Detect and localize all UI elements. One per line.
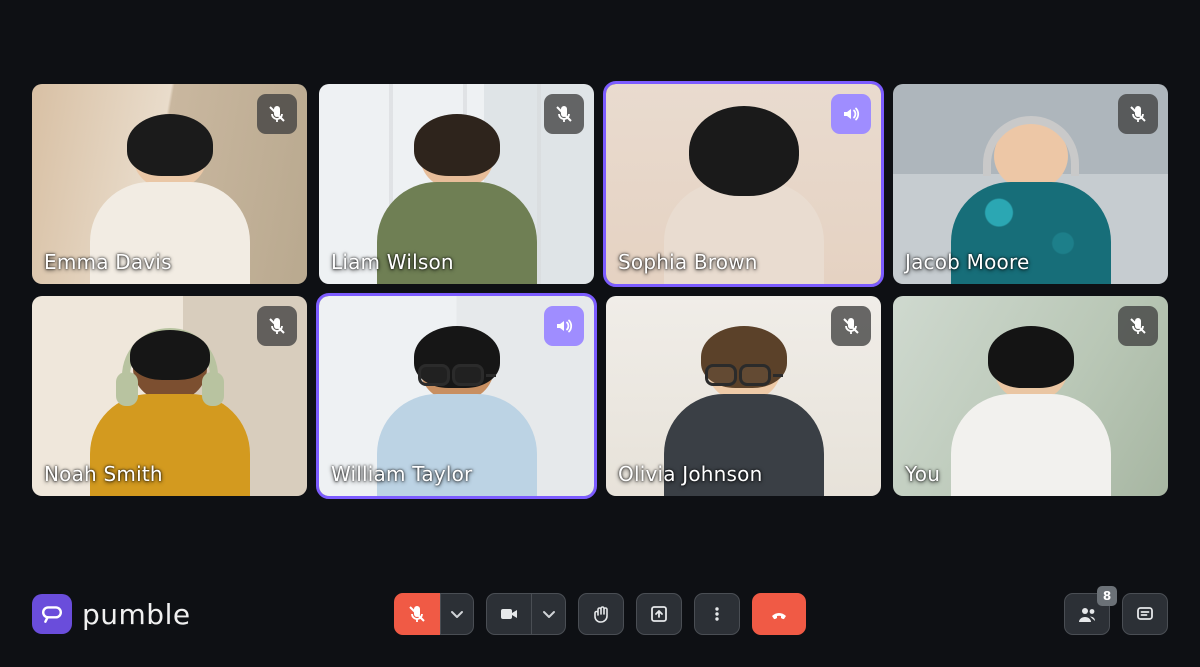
camera-options-button[interactable] bbox=[532, 593, 566, 635]
participant-tile[interactable]: William Taylor bbox=[319, 296, 594, 496]
participant-name: Noah Smith bbox=[44, 462, 163, 486]
participant-name: Olivia Johnson bbox=[618, 462, 762, 486]
participants-grid: Emma Davis Liam Wilson Sophia Brown bbox=[32, 84, 1168, 496]
call-toolbar: pumble bbox=[0, 589, 1200, 639]
chat-button[interactable] bbox=[1122, 593, 1168, 635]
mic-control bbox=[394, 593, 474, 635]
participant-name: Jacob Moore bbox=[905, 250, 1029, 274]
more-options-button[interactable] bbox=[694, 593, 740, 635]
participant-name: William Taylor bbox=[331, 462, 472, 486]
mic-options-button[interactable] bbox=[440, 593, 474, 635]
toggle-camera-button[interactable] bbox=[486, 593, 532, 635]
participant-tile[interactable]: Liam Wilson bbox=[319, 84, 594, 284]
participants-button[interactable]: 8 bbox=[1064, 593, 1110, 635]
participant-tile[interactable]: Emma Davis bbox=[32, 84, 307, 284]
logo-mark-icon bbox=[32, 594, 72, 634]
camera-control bbox=[486, 593, 566, 635]
share-screen-button[interactable] bbox=[636, 593, 682, 635]
mic-muted-icon bbox=[544, 94, 584, 134]
mic-muted-icon bbox=[831, 306, 871, 346]
speaking-icon bbox=[831, 94, 871, 134]
right-controls: 8 bbox=[1064, 593, 1168, 635]
app-logo: pumble bbox=[32, 594, 191, 634]
participant-tile[interactable]: .p5 .headphones::before,.p5 .headphones:… bbox=[32, 296, 307, 496]
raise-hand-button[interactable] bbox=[578, 593, 624, 635]
mic-muted-icon bbox=[1118, 94, 1158, 134]
app-name: pumble bbox=[82, 598, 191, 631]
mic-muted-icon bbox=[1118, 306, 1158, 346]
center-controls bbox=[394, 593, 806, 635]
participant-name: Emma Davis bbox=[44, 250, 172, 274]
participant-tile-self[interactable]: You bbox=[893, 296, 1168, 496]
speaking-icon bbox=[544, 306, 584, 346]
mic-muted-icon bbox=[257, 94, 297, 134]
participant-name: Liam Wilson bbox=[331, 250, 454, 274]
participant-count-badge: 8 bbox=[1097, 586, 1117, 606]
toggle-mic-button[interactable] bbox=[394, 593, 440, 635]
participant-tile[interactable]: Olivia Johnson bbox=[606, 296, 881, 496]
participant-name: You bbox=[905, 462, 940, 486]
participant-name: Sophia Brown bbox=[618, 250, 758, 274]
leave-call-button[interactable] bbox=[752, 593, 806, 635]
participant-tile[interactable]: .p4 .headphones::before,.p4 .headphones:… bbox=[893, 84, 1168, 284]
participant-tile[interactable]: Sophia Brown bbox=[606, 84, 881, 284]
mic-muted-icon bbox=[257, 306, 297, 346]
